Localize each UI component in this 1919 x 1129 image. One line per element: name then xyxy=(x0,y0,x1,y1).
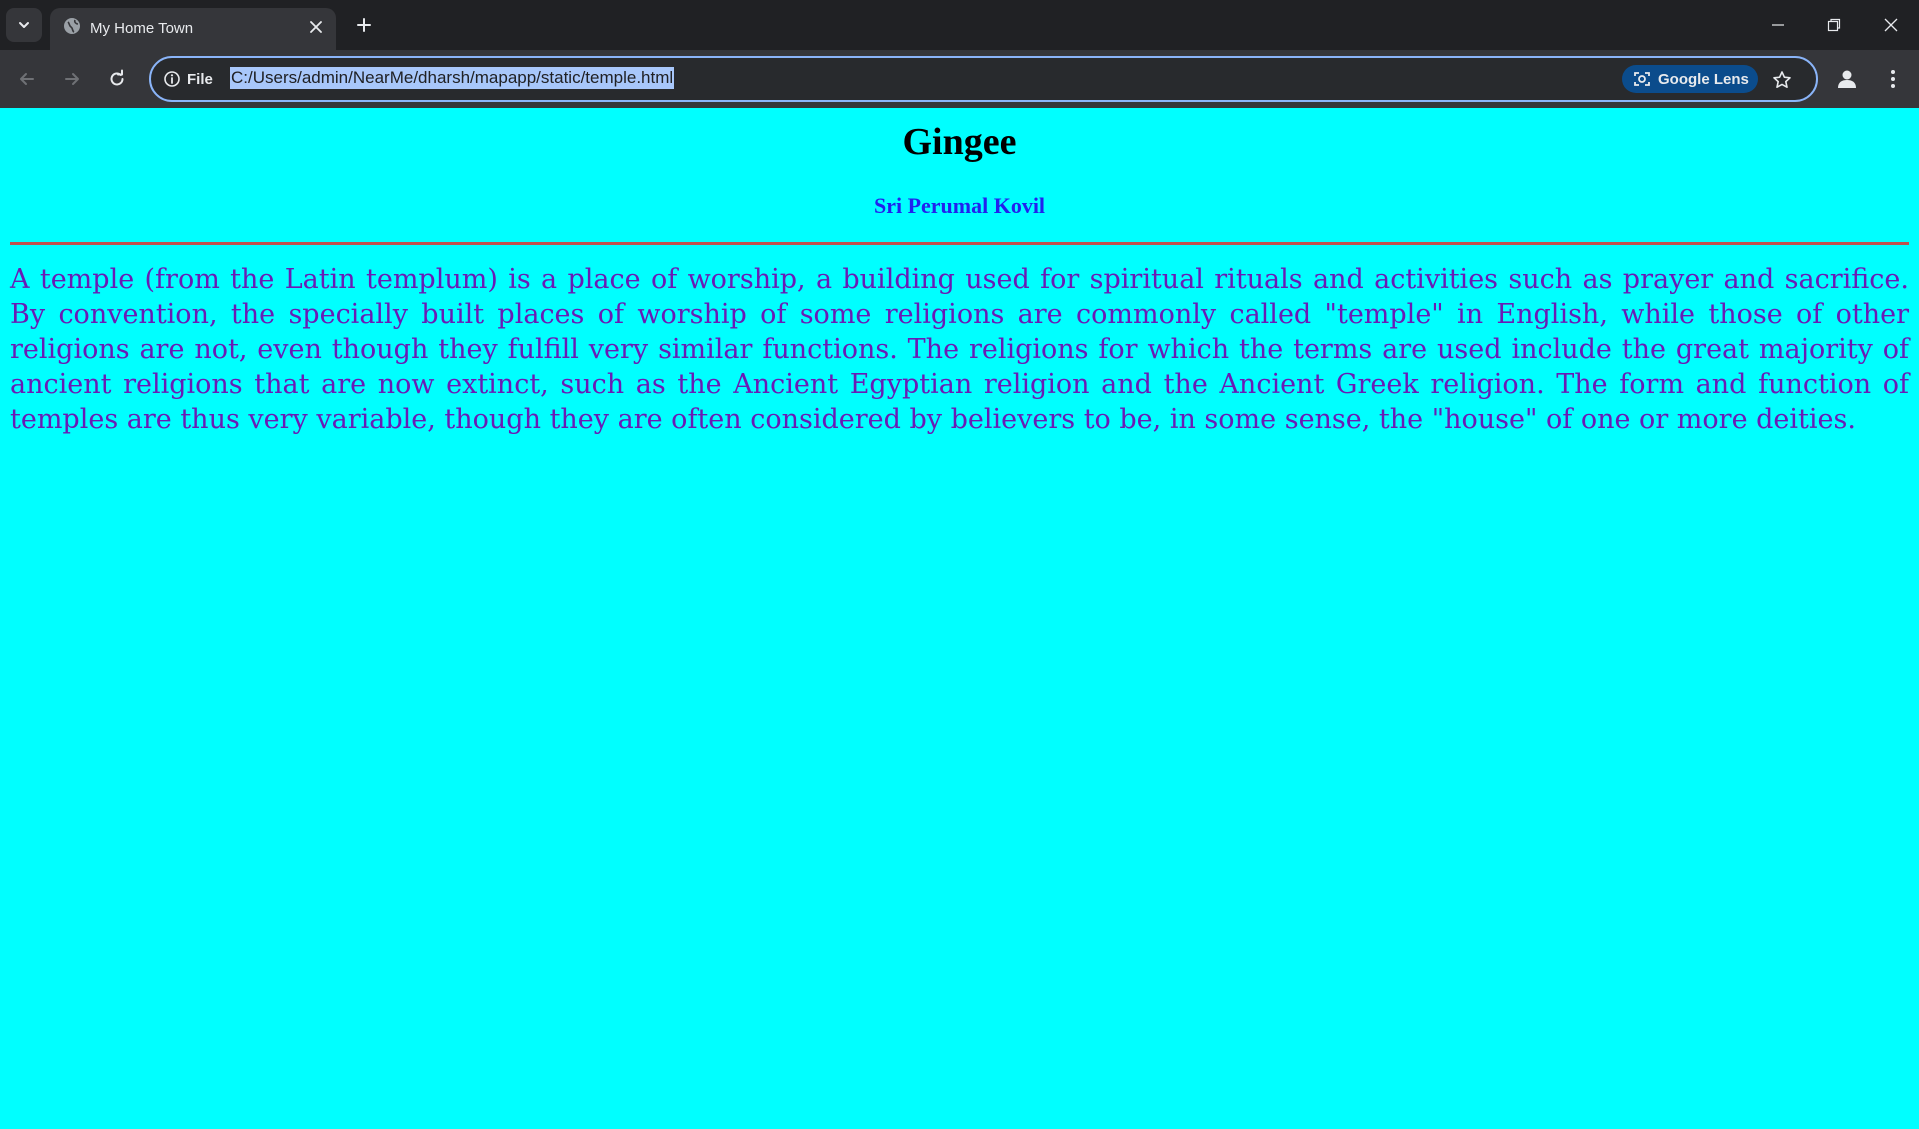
close-window-button[interactable] xyxy=(1863,0,1919,50)
tab-close-button[interactable] xyxy=(306,17,326,37)
restore-button[interactable] xyxy=(1806,0,1862,50)
horizontal-rule xyxy=(10,242,1909,245)
bookmark-button[interactable] xyxy=(1769,67,1795,93)
site-info-label: File xyxy=(187,70,213,88)
back-button[interactable] xyxy=(11,63,43,95)
tab-search-button[interactable] xyxy=(6,8,42,42)
close-icon xyxy=(310,21,322,33)
chevron-down-icon xyxy=(19,22,29,28)
star-icon xyxy=(1773,71,1791,88)
browser-tab[interactable]: My Home Town xyxy=(50,8,336,50)
tab-bar: My Home Town xyxy=(0,0,1919,50)
new-tab-button[interactable] xyxy=(350,11,378,39)
google-lens-button[interactable]: Google Lens xyxy=(1622,65,1758,93)
forward-button[interactable] xyxy=(56,63,88,95)
browser-toolbar: File C:/Users/admin/NearMe/dharsh/mapapp… xyxy=(0,50,1919,108)
kebab-menu-icon xyxy=(1891,70,1895,88)
minimize-icon xyxy=(1772,24,1784,26)
page-subtitle: Sri Perumal Kovil xyxy=(873,193,1046,218)
close-icon xyxy=(1884,18,1898,32)
minimize-button[interactable] xyxy=(1750,0,1806,50)
lens-camera-icon xyxy=(1634,72,1650,86)
url-text[interactable]: C:/Users/admin/NearMe/dharsh/mapapp/stat… xyxy=(230,67,675,89)
arrow-right-icon xyxy=(65,73,79,85)
page-title: Gingee xyxy=(902,121,1017,163)
info-icon xyxy=(164,71,180,87)
globe-icon xyxy=(64,18,80,34)
site-info-button[interactable]: File xyxy=(163,68,213,90)
reload-icon xyxy=(110,69,124,86)
avatar-icon xyxy=(1838,70,1856,88)
google-lens-label: Google Lens xyxy=(1658,70,1749,88)
profile-button[interactable] xyxy=(1832,64,1862,94)
address-bar[interactable]: File C:/Users/admin/NearMe/dharsh/mapapp… xyxy=(149,56,1818,102)
arrow-left-icon xyxy=(20,73,34,85)
reload-button[interactable] xyxy=(101,63,133,95)
temple-description: A temple (from the Latin templum) is a p… xyxy=(10,264,1909,435)
restore-icon xyxy=(1827,18,1841,32)
browser-menu-button[interactable] xyxy=(1881,64,1905,94)
plus-icon xyxy=(357,18,371,32)
tab-title: My Home Town xyxy=(90,20,194,37)
page-content: Gingee Sri Perumal Kovil A temple (from … xyxy=(0,108,1919,1129)
